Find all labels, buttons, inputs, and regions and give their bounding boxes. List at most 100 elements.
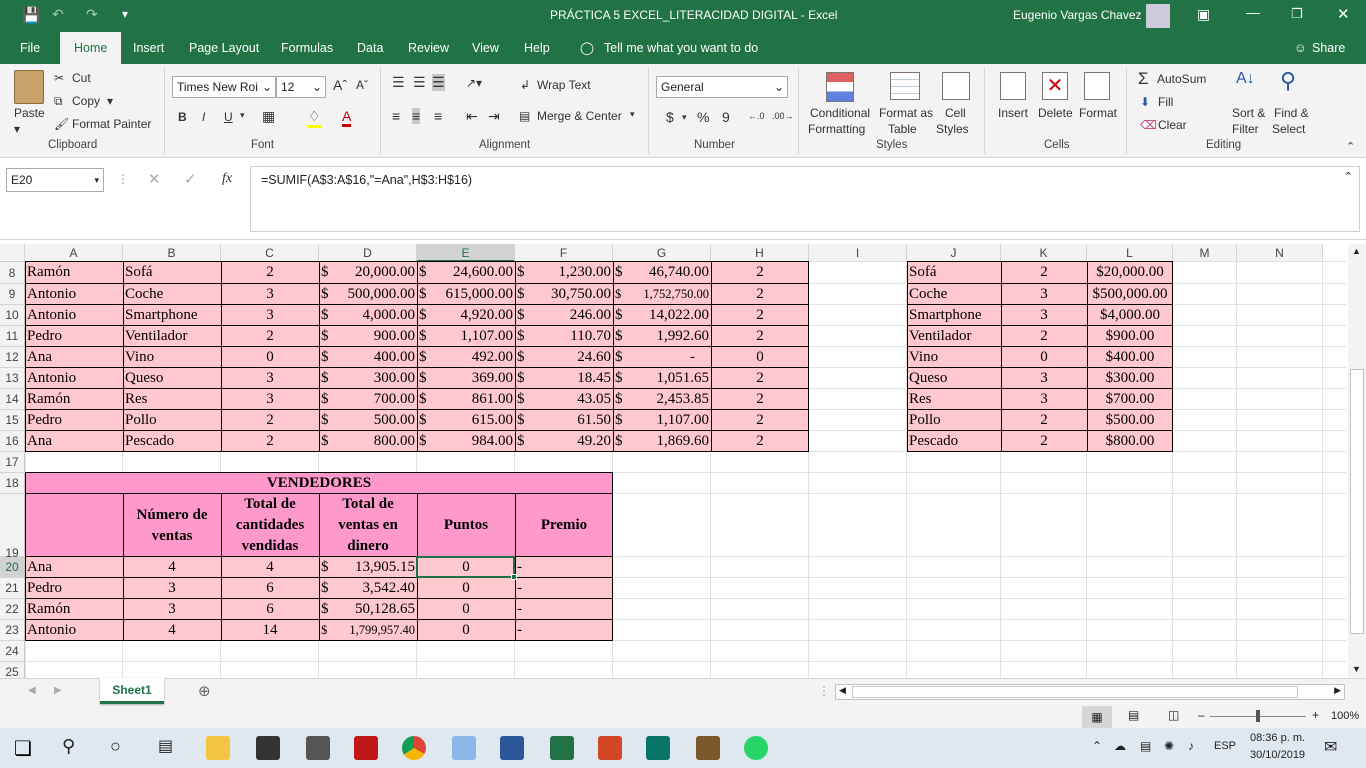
sort-filter-label2[interactable]: Filter xyxy=(1232,122,1259,136)
ribbon-display-icon[interactable]: ▣ xyxy=(1197,6,1210,23)
product-qty-cell[interactable]: 3 xyxy=(1001,305,1087,326)
zoom-out-icon[interactable]: – xyxy=(1198,708,1205,722)
font-size-select[interactable]: 12 ⌄ xyxy=(276,76,326,98)
column-header-a[interactable]: A xyxy=(25,244,123,262)
quantity-cell[interactable]: 3 xyxy=(221,368,319,389)
currency-cell[interactable]: $24.60 xyxy=(515,347,613,368)
puntos-cell[interactable]: 0 xyxy=(417,557,515,578)
row-header-20[interactable]: 20 xyxy=(0,557,25,578)
merge-dropdown-icon[interactable]: ▾ xyxy=(630,109,635,120)
quantity-cell[interactable]: 3 xyxy=(221,305,319,326)
num-sales-cell[interactable]: 3 xyxy=(123,578,221,599)
excel-icon[interactable] xyxy=(550,736,574,760)
product-name-cell[interactable]: Sofá xyxy=(907,262,1001,284)
worksheet-grid[interactable]: A B C D E F G H I J K L M N 8 9 10 11 12 13 14 15 16 17 18 19 20 21… xyxy=(0,244,1346,678)
product-price-cell[interactable]: $500.00 xyxy=(1087,410,1173,431)
seller-cell[interactable]: Pedro xyxy=(25,410,123,431)
product-name-cell[interactable]: Coche xyxy=(907,284,1001,305)
whatsapp-icon[interactable] xyxy=(744,736,768,760)
quantity-cell[interactable]: 3 xyxy=(221,284,319,305)
points-cell[interactable]: 2 xyxy=(711,410,809,431)
vendedores-header[interactable]: Puntos xyxy=(417,494,515,557)
wrap-text-button[interactable]: Wrap Text xyxy=(537,78,591,92)
column-header-l[interactable]: L xyxy=(1087,244,1173,262)
currency-cell[interactable]: $24,600.00 xyxy=(417,262,515,284)
paint-icon[interactable] xyxy=(452,736,476,760)
product-price-cell[interactable]: $20,000.00 xyxy=(1087,262,1173,284)
align-bottom-icon[interactable]: ☰ xyxy=(432,74,445,91)
number-format-select[interactable]: General ⌄ xyxy=(656,76,788,98)
currency-cell[interactable]: $615.00 xyxy=(417,410,515,431)
paste-dropdown-icon[interactable]: ▾ xyxy=(14,122,20,136)
seller-cell[interactable]: Ana xyxy=(25,347,123,368)
scroll-up-icon[interactable]: ▲ xyxy=(1352,246,1361,256)
column-header-h[interactable]: H xyxy=(711,244,809,262)
underline-dropdown-icon[interactable]: ▾ xyxy=(240,110,245,121)
vendedores-header[interactable]: Total de ventas en dinero xyxy=(319,494,417,557)
product-cell[interactable]: Sofá xyxy=(123,262,221,284)
vendedor-name-cell[interactable]: Ramón xyxy=(25,599,123,620)
product-price-cell[interactable]: $800.00 xyxy=(1087,431,1173,452)
tab-home[interactable]: Home xyxy=(60,32,122,64)
product-name-cell[interactable]: Ventilador xyxy=(907,326,1001,347)
product-qty-cell[interactable]: 3 xyxy=(1001,284,1087,305)
product-name-cell[interactable]: Queso xyxy=(907,368,1001,389)
seller-cell[interactable]: Ramón xyxy=(25,389,123,410)
currency-cell[interactable]: $4,000.00 xyxy=(319,305,417,326)
row-header-15[interactable]: 15 xyxy=(0,410,25,431)
vendedores-header[interactable]: Número de ventas xyxy=(123,494,221,557)
product-name-cell[interactable]: Pollo xyxy=(907,410,1001,431)
tab-split-icon[interactable]: ⋮ xyxy=(818,684,830,698)
fill-handle[interactable] xyxy=(511,574,517,580)
volume-icon[interactable]: ♪ xyxy=(1188,739,1194,753)
total-qty-cell[interactable]: 14 xyxy=(221,620,319,641)
premio-cell[interactable]: - xyxy=(515,599,613,620)
select-all-corner[interactable] xyxy=(0,244,25,262)
mail-icon[interactable] xyxy=(306,736,330,760)
underline-button[interactable]: U xyxy=(224,110,233,124)
product-cell[interactable]: Coche xyxy=(123,284,221,305)
puntos-cell[interactable]: 0 xyxy=(417,620,515,641)
horizontal-scroll-thumb[interactable] xyxy=(852,686,1298,698)
timeline-icon[interactable]: ▤ xyxy=(158,736,182,760)
points-cell[interactable]: 2 xyxy=(711,284,809,305)
product-name-cell[interactable]: Vino xyxy=(907,347,1001,368)
product-cell[interactable]: Res xyxy=(123,389,221,410)
points-cell[interactable]: 2 xyxy=(711,262,809,284)
show-hidden-icons-icon[interactable]: ⌃ xyxy=(1092,739,1102,753)
row-header-24[interactable]: 24 xyxy=(0,641,25,662)
points-cell[interactable]: 2 xyxy=(711,389,809,410)
currency-cell[interactable]: $1,869.60 xyxy=(613,431,711,452)
autosum-button[interactable]: AutoSum xyxy=(1157,72,1206,86)
name-box[interactable]: E20 ▾ xyxy=(6,168,104,192)
quantity-cell[interactable]: 0 xyxy=(221,347,319,368)
row-header-21[interactable]: 21 xyxy=(0,578,25,599)
search-icon[interactable]: ⚲ xyxy=(62,736,86,760)
find-select-button[interactable]: Find & xyxy=(1274,106,1309,120)
points-cell[interactable]: 2 xyxy=(711,305,809,326)
product-qty-cell[interactable]: 0 xyxy=(1001,347,1087,368)
percent-button[interactable]: % xyxy=(697,109,709,125)
mcafee-icon[interactable] xyxy=(354,736,378,760)
tab-page-layout[interactable]: Page Layout xyxy=(187,32,261,64)
premio-cell[interactable]: - xyxy=(515,578,613,599)
currency-cell[interactable]: $1,992.60 xyxy=(613,326,711,347)
format-as-table-label2[interactable]: Table xyxy=(888,122,917,136)
currency-cell[interactable]: $500,000.00 xyxy=(319,284,417,305)
product-cell[interactable]: Ventilador xyxy=(123,326,221,347)
row-header-25[interactable]: 25 xyxy=(0,662,25,678)
row-header-8[interactable]: 8 xyxy=(0,262,25,284)
new-sheet-icon[interactable]: ⊕ xyxy=(198,682,211,700)
product-name-cell[interactable]: Res xyxy=(907,389,1001,410)
cell-styles-icon[interactable] xyxy=(942,72,970,100)
format-cells-button[interactable]: Format xyxy=(1079,106,1117,120)
format-painter-button[interactable]: Format Painter xyxy=(72,117,151,131)
currency-cell[interactable]: $900.00 xyxy=(319,326,417,347)
seller-cell[interactable]: Antonio xyxy=(25,284,123,305)
cut-button[interactable]: Cut xyxy=(72,71,91,85)
total-qty-cell[interactable]: 4 xyxy=(221,557,319,578)
vertical-scrollbar[interactable]: ▲ ▼ xyxy=(1348,244,1366,678)
row-header-14[interactable]: 14 xyxy=(0,389,25,410)
currency-cell[interactable]: $1,107.00 xyxy=(613,410,711,431)
tab-help[interactable]: Help xyxy=(522,32,552,64)
